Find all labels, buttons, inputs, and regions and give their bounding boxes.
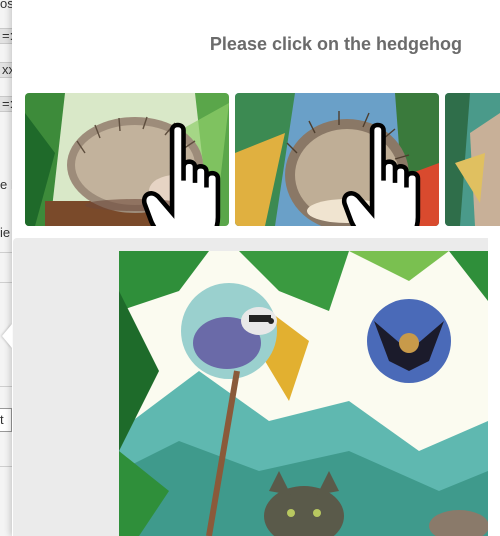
popup-arrow: [2, 324, 12, 348]
background-divider: [0, 386, 12, 387]
background-text: ie: [0, 225, 11, 240]
captcha-instruction: Please click on the hedgehog: [209, 34, 462, 54]
jungle-animals-image: [119, 251, 488, 536]
hand-pointer-icon: [341, 122, 421, 226]
captcha-tile-1[interactable]: [25, 93, 229, 226]
background-input[interactable]: t: [0, 408, 12, 432]
captcha-tile-2[interactable]: [235, 93, 439, 226]
background-divider: [0, 466, 12, 467]
background-divider: [0, 282, 12, 283]
background-divider: [0, 252, 12, 253]
partial-tile-image: [445, 93, 500, 226]
hand-pointer-icon: [141, 122, 221, 226]
captcha-tile-3[interactable]: [445, 93, 500, 226]
main-captcha-image[interactable]: [119, 251, 488, 536]
